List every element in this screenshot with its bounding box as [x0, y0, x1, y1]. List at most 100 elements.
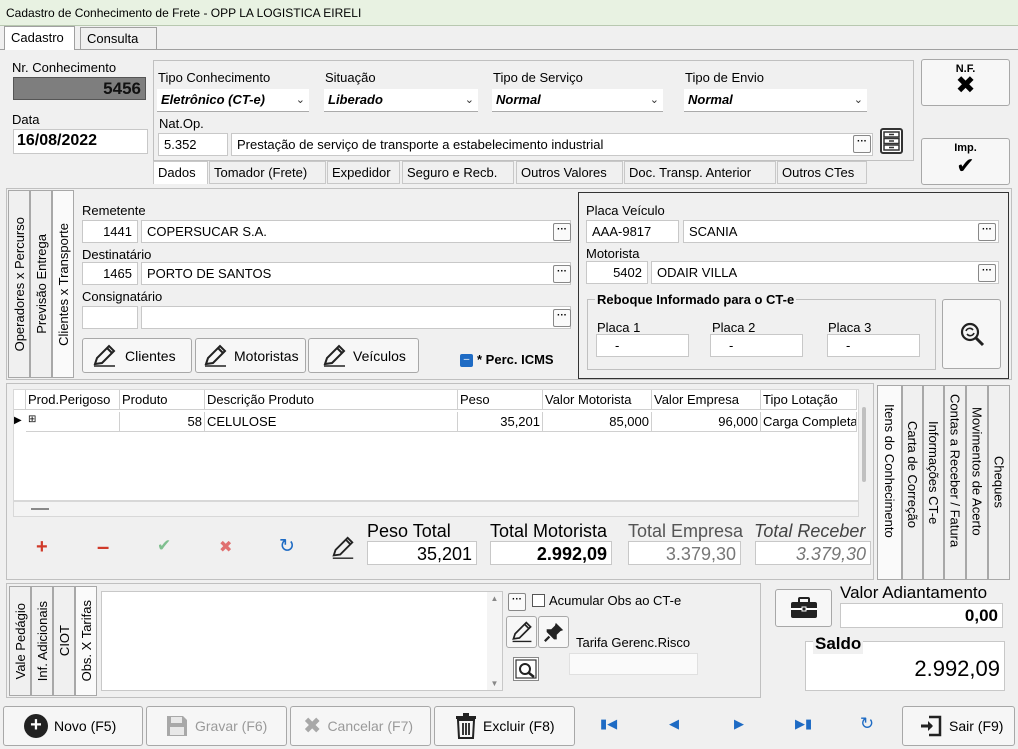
- perc-icms-checkbox[interactable]: –: [460, 354, 473, 367]
- grid-vscrollbar[interactable]: [862, 407, 866, 482]
- tab-consulta[interactable]: Consulta: [80, 27, 157, 49]
- cell-perigoso[interactable]: ⊞: [26, 412, 120, 432]
- tab-seguro[interactable]: Seguro e Recb.: [402, 161, 514, 184]
- novo-button[interactable]: + Novo (F5): [3, 706, 143, 746]
- consignatario-lookup-button[interactable]: ···: [553, 309, 571, 327]
- sair-button[interactable]: Sair (F9): [902, 706, 1015, 746]
- obs-textarea[interactable]: [101, 591, 503, 691]
- tab-outros-ctes[interactable]: Outros CTes: [777, 161, 867, 184]
- col-tipo-lotacao[interactable]: Tipo Lotação: [761, 390, 857, 410]
- situacao-select[interactable]: Liberado ⌄: [324, 89, 478, 112]
- natop-desc-field[interactable]: Prestação de serviço de transporte a est…: [231, 133, 873, 156]
- vtab-operadores-percurso[interactable]: Operadores x Percurso: [8, 190, 30, 378]
- search-document-icon[interactable]: [513, 657, 539, 681]
- gravar-button[interactable]: Gravar (F6): [146, 706, 287, 746]
- vtab-obs-tarifas[interactable]: Obs. X Tarifas: [75, 586, 97, 696]
- vtab-carta-correcao[interactable]: Carta de Correção: [902, 385, 923, 580]
- imp-button[interactable]: Imp. ✔: [921, 138, 1010, 185]
- remetente-code-field[interactable]: 1441: [82, 220, 138, 243]
- tab-tomador[interactable]: Tomador (Frete): [209, 161, 326, 184]
- col-prod-perigoso[interactable]: Prod.Perigoso: [26, 390, 120, 410]
- col-peso[interactable]: Peso: [458, 390, 543, 410]
- motorista-code-field[interactable]: 5402: [586, 261, 648, 284]
- vtab-inf-adicionais[interactable]: Inf. Adicionais: [31, 586, 53, 696]
- tab-doc-transp[interactable]: Doc. Transp. Anterior: [624, 161, 776, 184]
- veiculo-lookup-button[interactable]: ···: [978, 223, 996, 241]
- vtab-movimentos-acerto[interactable]: Movimentos de Acerto: [966, 385, 988, 580]
- chevron-down-icon: ⌄: [464, 94, 474, 106]
- destinatario-code-field[interactable]: 1465: [82, 262, 138, 285]
- vtab-ciot[interactable]: CIOT: [53, 586, 75, 696]
- motorista-name-field[interactable]: ODAIR VILLA: [651, 261, 999, 284]
- vtab-vale-pedagio[interactable]: Vale Pedágio: [9, 586, 31, 696]
- natop-lookup-button[interactable]: ···: [853, 135, 871, 153]
- tipo-servico-select[interactable]: Normal ⌄: [492, 89, 663, 112]
- cell-descricao[interactable]: CELULOSE: [205, 412, 458, 432]
- grid-hscrollbar[interactable]: [13, 501, 859, 517]
- cell-peso[interactable]: 35,201: [458, 412, 543, 432]
- motoristas-button[interactable]: Motoristas: [195, 338, 306, 373]
- first-record-icon[interactable]: ▮◀: [600, 716, 617, 732]
- add-item-icon[interactable]: +: [36, 536, 48, 559]
- placa2-field[interactable]: -: [710, 334, 803, 357]
- obs-edit-button[interactable]: [506, 616, 537, 648]
- refresh-record-icon[interactable]: ↻: [859, 714, 875, 733]
- tipo-conhecimento-select[interactable]: Eletrônico (CT-e) ⌄: [157, 89, 309, 112]
- cell-produto[interactable]: 58: [120, 412, 205, 432]
- vtab-contas-receber[interactable]: Contas a Receber / Fatura: [944, 385, 966, 580]
- destinatario-lookup-button[interactable]: ···: [553, 265, 571, 283]
- data-field[interactable]: 16/08/2022: [13, 129, 148, 154]
- tarifa-gerenc-field[interactable]: [569, 653, 698, 675]
- briefcase-button[interactable]: [775, 589, 832, 627]
- last-record-icon[interactable]: ▶▮: [795, 716, 812, 732]
- col-descricao[interactable]: Descrição Produto: [205, 390, 458, 410]
- nr-conhecimento-field[interactable]: 5456: [13, 77, 146, 100]
- vtab-clientes-transporte[interactable]: Clientes x Transporte: [52, 190, 74, 378]
- placa3-field[interactable]: -: [827, 334, 920, 357]
- col-valor-empresa[interactable]: Valor Empresa: [652, 390, 761, 410]
- cell-valor-motorista[interactable]: 85,000: [543, 412, 652, 432]
- vtab-cheques[interactable]: Cheques: [988, 385, 1010, 580]
- obs-scrollbar[interactable]: ▲ ▼: [487, 592, 502, 690]
- obs-lookup-button[interactable]: ···: [508, 593, 526, 611]
- tab-expedidor[interactable]: Expedidor: [327, 161, 400, 184]
- pin-button[interactable]: [538, 616, 569, 648]
- motorista-lookup-button[interactable]: ···: [978, 264, 996, 282]
- vtab-informacoes-cte[interactable]: Informações CT-e: [923, 385, 944, 580]
- placa-veiculo-field[interactable]: AAA-9817: [586, 220, 679, 243]
- cell-valor-empresa[interactable]: 96,000: [652, 412, 761, 432]
- edit-pencil-icon[interactable]: [330, 535, 356, 564]
- acumular-obs-checkbox[interactable]: [532, 594, 545, 607]
- remetente-name-field[interactable]: COPERSUCAR S.A.: [141, 220, 571, 243]
- prev-record-icon[interactable]: ◀: [666, 716, 682, 732]
- valor-adiantamento-field[interactable]: 0,00: [840, 603, 1003, 628]
- modelo-veiculo-field[interactable]: SCANIA: [683, 220, 999, 243]
- vtab-previsao-entrega[interactable]: Previsão Entrega: [30, 190, 52, 378]
- tab-dados[interactable]: Dados: [153, 161, 208, 184]
- col-valor-motorista[interactable]: Valor Motorista: [543, 390, 652, 410]
- tipo-envio-select[interactable]: Normal ⌄: [684, 89, 867, 112]
- natop-code-field[interactable]: 5.352: [158, 133, 228, 156]
- next-record-icon[interactable]: ▶: [731, 716, 747, 732]
- cancel-item-icon[interactable]: ✖: [219, 537, 232, 557]
- remove-item-icon[interactable]: –: [97, 534, 109, 560]
- cancelar-button[interactable]: ✖ Cancelar (F7): [290, 706, 431, 746]
- excluir-button[interactable]: Excluir (F8): [434, 706, 575, 746]
- tab-cadastro[interactable]: Cadastro: [4, 26, 75, 50]
- remetente-lookup-button[interactable]: ···: [553, 223, 571, 241]
- nf-button[interactable]: N.F. ✖: [921, 59, 1010, 106]
- cell-tipo-lotacao[interactable]: Carga Completa: [761, 412, 857, 432]
- consignatario-name-field[interactable]: [141, 306, 571, 329]
- confirm-item-icon[interactable]: ✔: [157, 536, 171, 556]
- cabinet-icon[interactable]: [880, 128, 903, 154]
- vtab-itens-conhecimento[interactable]: Itens do Conhecimento: [877, 385, 902, 580]
- tab-outros-valores[interactable]: Outros Valores: [516, 161, 623, 184]
- col-produto[interactable]: Produto: [120, 390, 205, 410]
- placa1-field[interactable]: -: [596, 334, 689, 357]
- veiculos-button[interactable]: Veículos: [308, 338, 419, 373]
- refresh-icon[interactable]: ↻: [279, 535, 295, 558]
- clientes-button[interactable]: Clientes: [82, 338, 192, 373]
- search-reboque-button[interactable]: [942, 299, 1001, 369]
- consignatario-code-field[interactable]: [82, 306, 138, 329]
- destinatario-name-field[interactable]: PORTO DE SANTOS: [141, 262, 571, 285]
